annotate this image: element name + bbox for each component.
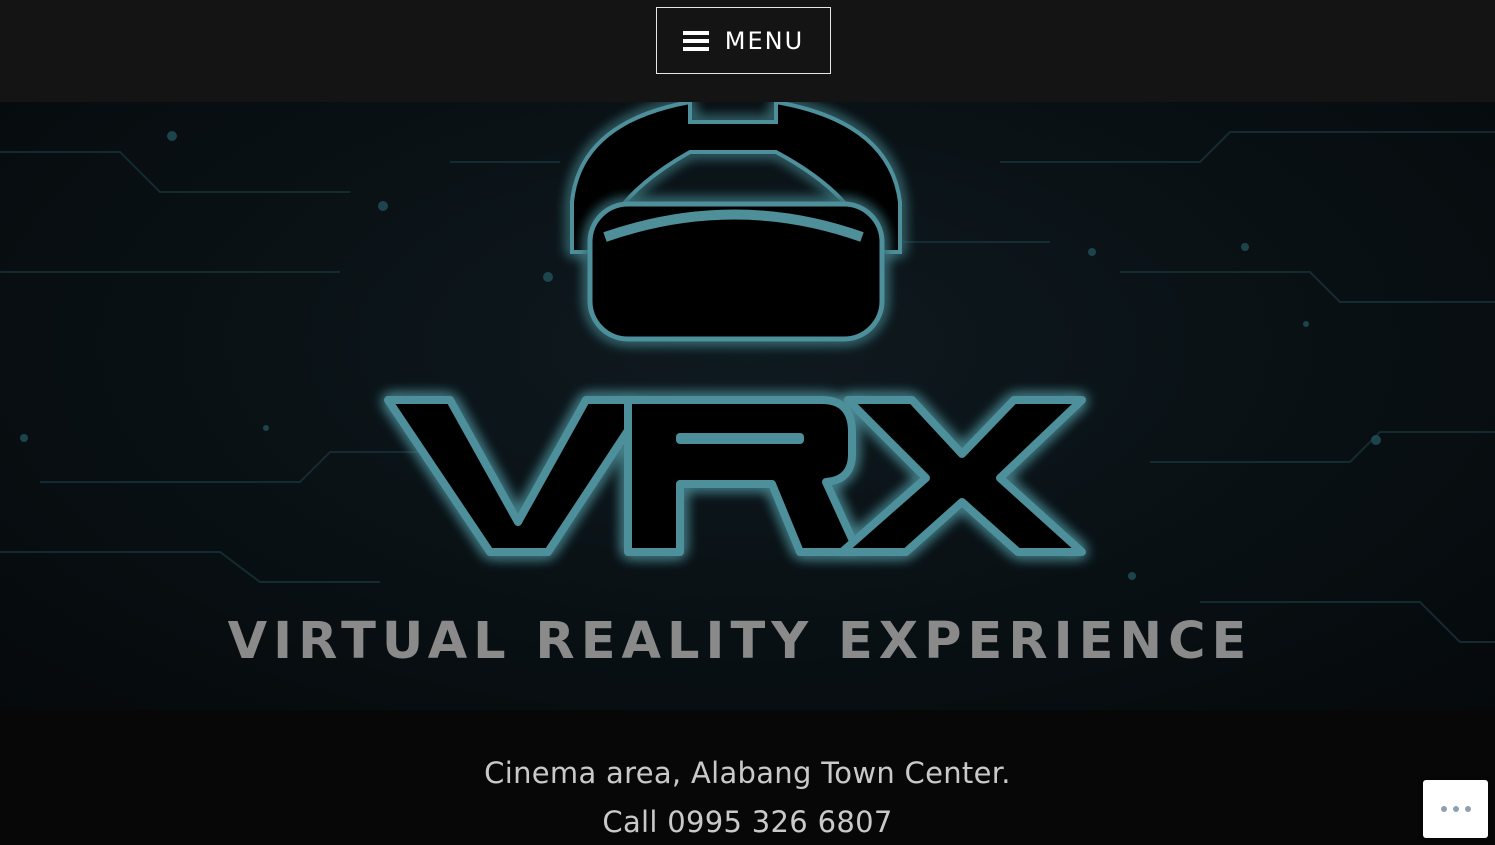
menu-label: MENU [724, 26, 805, 55]
menu-button[interactable]: MENU [656, 7, 831, 74]
vr-headset-icon [570, 102, 902, 342]
more-options-button[interactable] [1423, 780, 1488, 838]
hamburger-icon [682, 30, 709, 51]
ellipsis-icon [1440, 806, 1447, 812]
vrx-logo [384, 396, 1086, 556]
site-header: MENU [0, 0, 1495, 102]
hero-graphic: VIRTUAL REALITY EXPERIENCE [0, 102, 1495, 671]
phone-text: Call 0995 326 6807 [602, 805, 893, 839]
hero-banner: VIRTUAL REALITY EXPERIENCE [0, 102, 1495, 710]
address-text: Cinema area, Alabang Town Center. [484, 756, 1011, 790]
circuit-dots [20, 131, 1381, 580]
hero-tagline: VIRTUAL REALITY EXPERIENCE [228, 612, 1253, 671]
